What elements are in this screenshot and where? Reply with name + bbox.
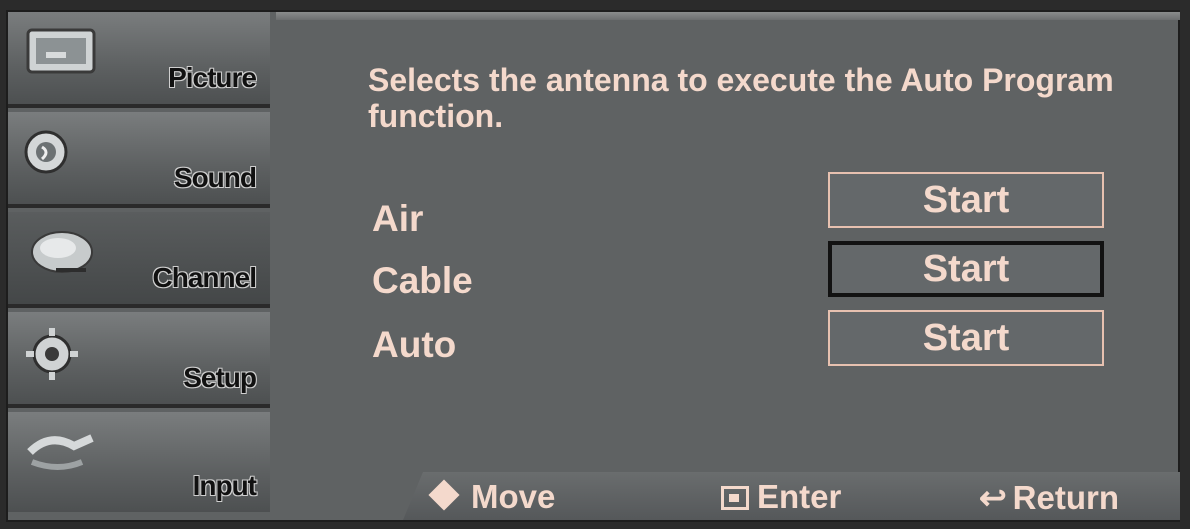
sound-icon — [24, 130, 68, 174]
sidebar-item-sound[interactable]: Sound — [8, 112, 270, 208]
sidebar-item-input[interactable]: Input — [8, 412, 270, 512]
help-enter: Enter — [721, 478, 841, 516]
top-strip — [276, 12, 1180, 20]
help-bar: Move Enter ↩ Return — [403, 472, 1180, 520]
help-move: Move — [428, 478, 555, 516]
sidebar-item-label: Sound — [173, 162, 257, 193]
move-diamond-icon — [428, 479, 460, 511]
setup-icon — [26, 328, 78, 380]
sidebar-item-label: Picture — [168, 62, 257, 93]
row-label-cable: Cable — [372, 260, 473, 301]
return-icon: ↩ — [979, 479, 1007, 516]
row-label-air: Air — [372, 198, 424, 239]
sidebar-item-channel[interactable]: Channel — [8, 212, 270, 308]
sidebar-item-setup[interactable]: Setup — [8, 312, 270, 408]
tv-frame: Picture Sound Channel Setup Input Select… — [0, 0, 1190, 529]
start-button-air[interactable]: Start — [828, 172, 1104, 228]
row-label-auto: Auto — [372, 324, 457, 365]
start-button-auto[interactable]: Start — [828, 310, 1104, 366]
channel-icon — [31, 231, 93, 273]
sidebar-item-label: Channel — [152, 262, 257, 293]
start-button-cable[interactable]: Start — [828, 241, 1104, 297]
sidebar-item-label: Setup — [183, 362, 257, 393]
sidebar-item-picture[interactable]: Picture — [8, 12, 270, 108]
input-icon — [27, 434, 94, 470]
enter-icon — [721, 486, 749, 510]
picture-icon — [26, 28, 96, 74]
description-text: Selects the antenna to execute the Auto … — [368, 62, 1114, 134]
osd-menu: Picture Sound Channel Setup Input Select… — [6, 10, 1180, 522]
sidebar: Picture Sound Channel Setup Input — [8, 12, 270, 520]
help-return: ↩ Return — [979, 479, 1119, 516]
sidebar-item-label: Input — [192, 470, 257, 501]
